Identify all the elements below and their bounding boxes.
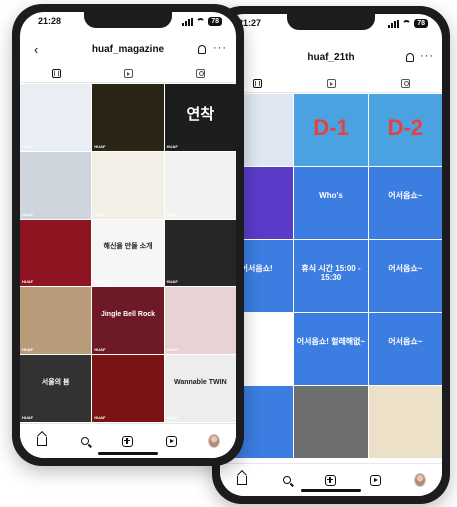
post-text: 어서옵쇼! 헐레해없~: [296, 337, 366, 347]
post-text: 어서옵쇼~: [388, 191, 423, 201]
battery-icon: 78: [208, 17, 222, 26]
create-icon[interactable]: [122, 435, 134, 447]
home-icon[interactable]: [236, 474, 248, 486]
home-indicator: [98, 452, 158, 455]
post-tile[interactable]: HUAF: [20, 151, 92, 219]
post-text: 서울의 봄: [41, 378, 70, 386]
more-icon[interactable]: ···: [420, 50, 434, 62]
post-text: Wannable TWIN: [174, 378, 227, 386]
post-text: 어서옵쇼~: [388, 337, 423, 347]
post-text: D-2: [387, 114, 424, 140]
create-icon[interactable]: [325, 474, 337, 486]
post-tag: HUAF: [166, 415, 178, 420]
post-tile[interactable]: 서울의 봄 HUAF: [20, 355, 92, 422]
post-tag: HUAF: [166, 211, 178, 217]
post-grid: HUAF HUAF 연착 HUAF HUAF HUAF HUAF HUAF 해신을 만들 소개 H…: [20, 84, 236, 422]
post-tile[interactable]: HUAF: [164, 219, 236, 287]
profile-icon[interactable]: [208, 434, 221, 448]
post-tile[interactable]: 어서옵쇼~: [368, 240, 442, 312]
post-text: 해신을 만들 소개: [103, 242, 153, 250]
post-tile[interactable]: HUAF: [20, 287, 92, 355]
profile-tabs: [220, 74, 442, 93]
reels-nav-icon[interactable]: [369, 474, 381, 486]
post-tile[interactable]: HUAF: [164, 151, 236, 219]
post-grid: D-1 D-2 Who's 어서옵쇼~ 어서옵쇼! 휴식 시간 15:00 - 15:30…: [220, 94, 442, 458]
post-tile[interactable]: 어서옵쇼! 헐레해없~: [294, 313, 368, 385]
reels-nav-icon[interactable]: [165, 435, 177, 447]
post-text: 연착: [186, 106, 215, 124]
post-text: D-1: [313, 114, 349, 140]
tagged-icon[interactable]: [400, 78, 410, 88]
bell-icon[interactable]: [198, 45, 206, 54]
status-time: 21:28: [38, 16, 62, 26]
reels-icon[interactable]: [326, 78, 336, 88]
post-tag: HUAF: [94, 415, 106, 420]
post-tag: HUAF: [166, 143, 178, 149]
more-icon[interactable]: ···: [213, 42, 227, 54]
search-icon[interactable]: [79, 435, 91, 447]
post-tag: HUAF: [22, 347, 34, 353]
search-icon[interactable]: [281, 474, 293, 486]
signal-icon: [182, 17, 194, 26]
post-tile[interactable]: HUAF: [20, 84, 92, 151]
post-tag: HUAF: [22, 415, 34, 420]
grid-icon[interactable]: [51, 68, 61, 78]
wifi-icon: [196, 18, 206, 25]
post-tag: HUAF: [166, 279, 178, 285]
battery-icon: 78: [414, 19, 428, 28]
post-text: 어서옵쇼~: [388, 264, 423, 274]
post-tile[interactable]: Wannable TWIN HUAF: [164, 355, 236, 422]
post-tile[interactable]: HUAF: [92, 355, 164, 422]
signal-icon: [388, 19, 400, 28]
left-phone: 21:28 78 ‹ huaf_magazine ··· HUAF HUAF 연착 H…: [12, 4, 244, 466]
post-tile[interactable]: HUAF: [20, 219, 92, 287]
profile-header: ‹ huaf_magazine ···: [20, 42, 236, 60]
right-screen: 21:27 78 huaf_21th ··· D-1 D-2 Who's 어서옵쇼~ 어…: [220, 14, 442, 496]
post-tile[interactable]: 해신을 만들 소개 HUAF: [92, 219, 164, 287]
right-phone: 21:27 78 huaf_21th ··· D-1 D-2 Who's 어서옵쇼~ 어…: [212, 6, 450, 504]
tagged-icon[interactable]: [195, 68, 205, 78]
post-tile[interactable]: HUAF: [92, 84, 164, 151]
profile-icon[interactable]: [413, 473, 426, 487]
post-text: Jingle Bell Rock: [100, 310, 156, 318]
profile-tabs: [20, 64, 236, 83]
right-notch: [287, 14, 375, 30]
post-tag: HUAF: [94, 211, 106, 217]
left-notch: [84, 12, 172, 28]
post-tile[interactable]: D-2: [368, 94, 442, 166]
post-text: Who's: [319, 191, 343, 201]
post-tag: HUAF: [166, 347, 178, 353]
wifi-icon: [402, 20, 412, 27]
profile-header: huaf_21th ···: [220, 50, 442, 68]
post-tile[interactable]: Jingle Bell Rock HUAF: [92, 287, 164, 355]
post-tile[interactable]: 연착 HUAF: [164, 84, 236, 151]
post-tag: HUAF: [22, 143, 34, 149]
grid-icon[interactable]: [252, 78, 262, 88]
post-text: 휴식 시간 15:00 - 15:30: [301, 264, 361, 282]
post-tag: HUAF: [22, 279, 34, 285]
home-icon[interactable]: [36, 435, 48, 447]
post-tag: HUAF: [94, 347, 106, 353]
post-tile[interactable]: D-1: [294, 94, 368, 166]
bell-icon[interactable]: [406, 53, 414, 62]
post-tile[interactable]: 어서옵쇼~: [368, 313, 442, 385]
post-tile[interactable]: 휴식 시간 15:00 - 15:30: [294, 240, 368, 312]
home-indicator: [301, 489, 361, 492]
post-tag: HUAF: [94, 143, 106, 149]
post-tile[interactable]: 어서옵쇼~: [368, 167, 442, 239]
post-tag: HUAF: [94, 279, 106, 285]
post-tile[interactable]: Who's: [294, 167, 368, 239]
post-tile[interactable]: [294, 386, 368, 458]
left-screen: 21:28 78 ‹ huaf_magazine ··· HUAF HUAF 연착 H…: [20, 12, 236, 458]
post-tile[interactable]: [368, 386, 442, 458]
post-tag: HUAF: [22, 211, 34, 217]
reels-icon[interactable]: [123, 68, 133, 78]
post-tile[interactable]: HUAF: [92, 151, 164, 219]
post-tile[interactable]: HUAF: [164, 287, 236, 355]
